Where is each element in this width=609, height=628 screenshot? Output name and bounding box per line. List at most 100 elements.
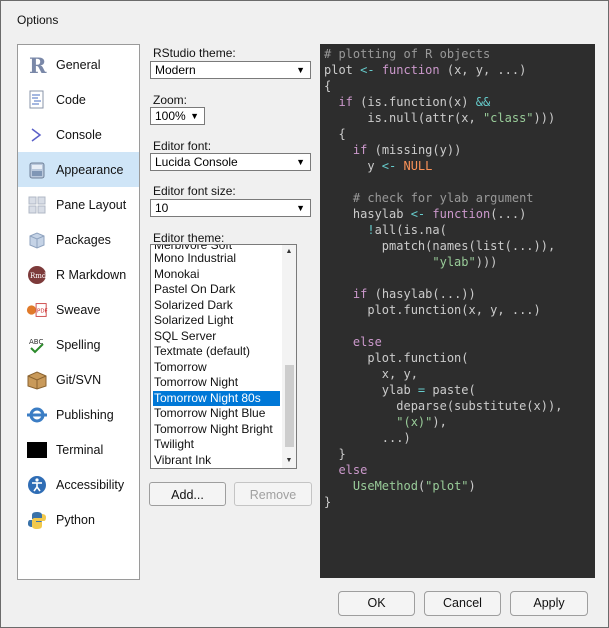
zoom-select[interactable]: 100% ▼ — [150, 107, 205, 125]
code-line: plot.function( — [324, 350, 562, 366]
sweave-pdf-icon: PDF — [26, 299, 48, 321]
rstudio-theme-value: Modern — [155, 63, 196, 77]
sidebar-item-label: Console — [56, 127, 102, 142]
remove-theme-button[interactable]: Remove — [234, 482, 312, 506]
theme-item[interactable]: Solarized Dark — [153, 298, 280, 314]
code-line: { — [324, 126, 562, 142]
sidebar-item-r-markdown[interactable]: Rmd R Markdown — [18, 257, 139, 292]
theme-item-selected[interactable]: Tomorrow Night 80s — [153, 390, 280, 406]
sidebar-item-label: Packages — [56, 232, 111, 247]
sidebar-item-code[interactable]: Code — [18, 82, 139, 117]
code-token: (missing(y)) — [374, 143, 462, 157]
sidebar-item-terminal[interactable]: Terminal — [18, 432, 139, 467]
editor-font-select[interactable]: Lucida Console ▼ — [150, 153, 311, 171]
editor-font-size-select[interactable]: 10 ▼ — [150, 199, 311, 217]
code-line: !all(is.na( — [324, 222, 562, 238]
theme-item[interactable]: Monokai — [153, 267, 280, 283]
code-line: plot.function(x, y, ...) — [324, 302, 562, 318]
sidebar-item-python[interactable]: Python — [18, 502, 139, 537]
code-token: else — [338, 463, 368, 477]
add-theme-button[interactable]: Add... — [149, 482, 226, 506]
theme-list-scrollbar[interactable]: ▲ ▼ — [282, 245, 296, 468]
chevron-down-icon: ▼ — [296, 203, 305, 213]
code-token: (is.function(x) — [360, 95, 476, 109]
options-sidebar: R General Code Console Appearance Pane L… — [17, 44, 140, 580]
code-line: ylab = paste( — [324, 382, 562, 398]
code-line: if (is.function(x) && — [324, 94, 562, 110]
sidebar-item-label: Sweave — [56, 302, 101, 317]
theme-item[interactable]: Twilight — [153, 437, 280, 453]
zoom-value: 100% — [155, 109, 186, 123]
scroll-thumb[interactable] — [285, 365, 294, 447]
theme-item[interactable]: Tomorrow Night — [153, 375, 280, 391]
theme-item[interactable]: Tomorrow Night Bright — [153, 422, 280, 438]
code-line: if (missing(y)) — [324, 142, 562, 158]
code-token: pmatch(names(list(...)), — [324, 239, 556, 253]
code-token: function — [381, 63, 447, 77]
sidebar-item-label: Accessibility — [56, 477, 125, 492]
code-token: <- — [381, 159, 404, 173]
rstudio-theme-select[interactable]: Modern ▼ — [150, 61, 311, 79]
code-document-icon — [26, 89, 48, 111]
code-token: all(is.na( — [374, 223, 447, 237]
sidebar-item-accessibility[interactable]: Accessibility — [18, 467, 139, 502]
theme-item[interactable]: Vibrant Ink — [153, 453, 280, 469]
code-token: { — [324, 79, 332, 93]
theme-item[interactable]: Pastel On Dark — [153, 282, 280, 298]
apply-button[interactable]: Apply — [510, 591, 588, 616]
sidebar-item-console[interactable]: Console — [18, 117, 139, 152]
code-line: "(x)"), — [324, 414, 562, 430]
code-preview: # plotting of R objects plot <- function … — [324, 46, 562, 510]
code-token: && — [475, 95, 491, 109]
chevron-down-icon: ▼ — [190, 111, 199, 121]
theme-item[interactable]: Tomorrow — [153, 360, 280, 376]
dialog-title: Options — [17, 13, 59, 27]
sidebar-item-appearance[interactable]: Appearance — [18, 152, 139, 187]
sidebar-item-sweave[interactable]: PDF Sweave — [18, 292, 139, 327]
theme-item[interactable]: Mono Industrial — [153, 251, 280, 267]
sidebar-item-label: Pane Layout — [56, 197, 127, 212]
sidebar-item-git-svn[interactable]: Git/SVN — [18, 362, 139, 397]
theme-item[interactable]: Tomorrow Night Blue — [153, 406, 280, 422]
scroll-down-icon[interactable]: ▼ — [282, 454, 296, 468]
sidebar-item-publishing[interactable]: Publishing — [18, 397, 139, 432]
code-token: <- — [410, 207, 433, 221]
sidebar-item-general[interactable]: R General — [18, 47, 139, 82]
svg-text:Rmd: Rmd — [30, 272, 47, 280]
code-token: (x, y, ...) — [446, 63, 527, 77]
editor-theme-list[interactable]: Merbivore Soft Mono Industrial Monokai P… — [150, 244, 297, 469]
sidebar-item-spelling[interactable]: ABC Spelling — [18, 327, 139, 362]
sidebar-item-label: Publishing — [56, 407, 114, 422]
rmarkdown-icon: Rmd — [26, 264, 48, 286]
sidebar-item-pane-layout[interactable]: Pane Layout — [18, 187, 139, 222]
theme-item[interactable]: SQL Server — [153, 329, 280, 345]
scroll-up-icon[interactable]: ▲ — [282, 245, 296, 259]
code-line: else — [324, 334, 562, 350]
code-token: } — [324, 447, 346, 461]
editor-font-value: Lucida Console — [155, 155, 238, 169]
theme-item[interactable]: Textmate (default) — [153, 344, 280, 360]
code-line: hasylab <- function(...) — [324, 206, 562, 222]
code-line: UseMethod("plot") — [324, 478, 562, 494]
code-line: ...) — [324, 430, 562, 446]
cancel-button[interactable]: Cancel — [424, 591, 501, 616]
theme-item[interactable]: Solarized Light — [153, 313, 280, 329]
code-token: function — [432, 207, 491, 221]
code-token: plot.function(x, y, ...) — [324, 303, 541, 317]
code-token: plot — [324, 63, 361, 77]
code-token: paste( — [432, 383, 476, 397]
code-token: else — [352, 335, 382, 349]
code-line: # plotting of R objects — [324, 46, 562, 62]
sidebar-item-packages[interactable]: Packages — [18, 222, 139, 257]
code-token: ))) — [533, 111, 556, 125]
code-token: "(x)" — [396, 415, 433, 429]
ok-button[interactable]: OK — [338, 591, 415, 616]
code-token: ylab — [324, 383, 418, 397]
